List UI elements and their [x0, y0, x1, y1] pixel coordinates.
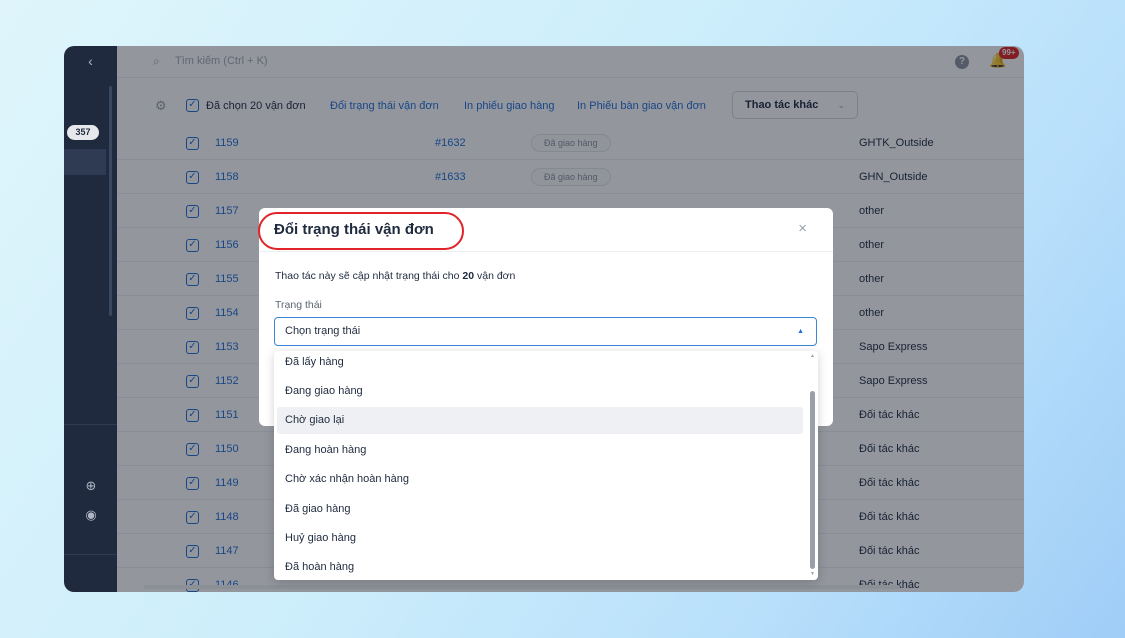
caret-up-icon: ▲ [797, 328, 804, 335]
chevron-left-icon[interactable]: ‹ [64, 46, 117, 78]
dropdown-option[interactable]: Đang hoàn hàng [277, 437, 803, 464]
dropdown-option[interactable]: Đã lấy hàng [277, 351, 803, 376]
scroll-down-icon[interactable]: ▼ [810, 571, 815, 577]
dialog-title: Đổi trạng thái vận đơn [274, 221, 434, 238]
horizontal-scrollbar[interactable] [144, 585, 900, 589]
dialog-divider [259, 251, 833, 252]
dropdown-option[interactable]: Đã hoàn hàng [277, 554, 803, 580]
selected-count: 20 [462, 270, 475, 282]
dropdown-option-hovered[interactable]: Chờ giao lại [277, 407, 803, 434]
scroll-up-icon[interactable]: ▲ [810, 353, 815, 359]
status-dropdown-list: Đã lấy hàng Đang giao hàng Chờ giao lại … [274, 351, 818, 580]
status-field-label: Trạng thái [275, 299, 322, 311]
eye-icon[interactable]: ◉ [84, 508, 98, 522]
sidebar-divider [64, 424, 117, 425]
dropdown-scroll-thumb[interactable] [810, 391, 815, 569]
dropdown-option[interactable]: Đang giao hàng [277, 378, 803, 405]
sidebar-scrollbar[interactable] [109, 86, 112, 316]
sidebar-item-active[interactable] [64, 149, 106, 175]
sidebar-count-badge: 357 [67, 125, 99, 140]
dialog-description: Thao tác này sẽ cập nhật trạng thái cho … [275, 270, 516, 282]
dropdown-option[interactable]: Đã giao hàng [277, 496, 803, 523]
dropdown-option[interactable]: Huỷ giao hàng [277, 525, 803, 552]
close-icon[interactable]: × [798, 220, 807, 237]
plus-circle-icon[interactable]: ⊕ [84, 479, 98, 493]
sidebar-divider [64, 554, 117, 555]
sidebar: ‹ 357 ⊕ ◉ [64, 46, 117, 592]
status-select[interactable]: Chọn trạng thái ▲ [274, 317, 817, 346]
status-select-placeholder: Chọn trạng thái [285, 325, 361, 337]
dropdown-option[interactable]: Chờ xác nhận hoàn hàng [277, 466, 803, 493]
